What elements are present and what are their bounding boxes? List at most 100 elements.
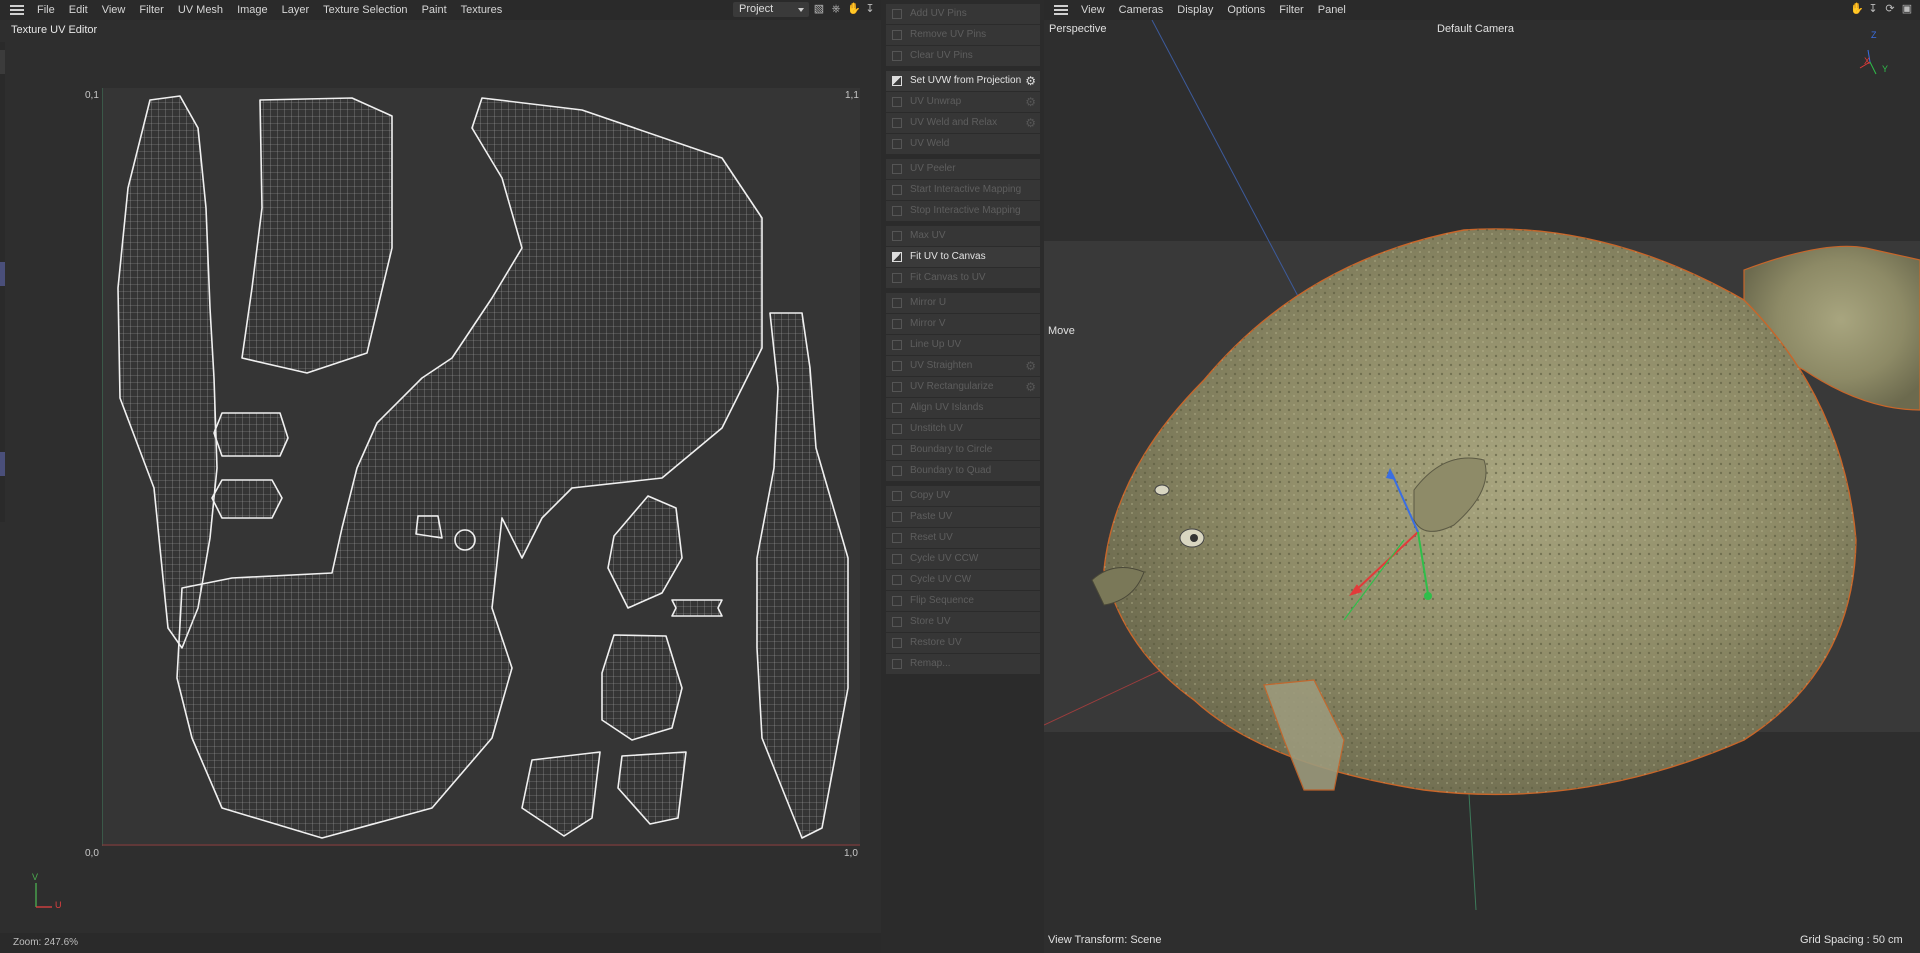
command-label: Cycle UV CW (910, 574, 972, 585)
line-up-uv-icon (892, 340, 902, 350)
bars-icon[interactable]: ▧ (813, 3, 825, 15)
maximize-icon[interactable]: ▣ (1901, 3, 1913, 15)
stop-interactive-mapping-command[interactable]: Stop Interactive Mapping (886, 201, 1040, 222)
menu-filter[interactable]: Filter (132, 4, 170, 16)
viewport-canvas[interactable]: Perspective Default Camera Move View Tra… (1044, 20, 1920, 953)
remove-uv-pins-command[interactable]: Remove UV Pins (886, 25, 1040, 46)
paste-uv-icon (892, 512, 902, 522)
project-dropdown[interactable]: Project (733, 2, 809, 17)
set-uvw-from-projection-command[interactable]: Set UVW from Projection ⚙ (886, 71, 1040, 92)
flip-sequence-icon (892, 596, 902, 606)
uv-unwrap-command[interactable]: UV Unwrap ⚙ (886, 92, 1040, 113)
cycle-uv-ccw-command[interactable]: Cycle UV CCW (886, 549, 1040, 570)
grid-spacing: Grid Spacing : 50 cm (1800, 934, 1903, 946)
command-label: Paste UV (910, 511, 953, 522)
max-uv-command[interactable]: Max UV (886, 226, 1040, 247)
view-transform: View Transform: Scene (1048, 934, 1162, 946)
uv-rectangularize-command[interactable]: UV Rectangularize ⚙ (886, 377, 1040, 398)
uv-peeler-command[interactable]: UV Peeler (886, 159, 1040, 180)
remap-icon (892, 659, 902, 669)
flip-sequence-command[interactable]: Flip Sequence (886, 591, 1040, 612)
gear-icon[interactable]: ⚙ (1025, 356, 1036, 376)
align-uv-islands-command[interactable]: Align UV Islands (886, 398, 1040, 419)
vp-menu-cameras[interactable]: Cameras (1112, 4, 1171, 16)
boundary-to-quad-icon (892, 466, 902, 476)
uv-island-fin-right (756, 312, 849, 839)
uv-weld-and-relax-command[interactable]: UV Weld and Relax ⚙ (886, 113, 1040, 134)
restore-uv-command[interactable]: Restore UV (886, 633, 1040, 654)
restore-uv-icon (892, 638, 902, 648)
uv-island-lip-left (521, 751, 601, 837)
uv-island-small-circle-b (211, 479, 283, 519)
menu-uv-mesh[interactable]: UV Mesh (171, 4, 230, 16)
fit-uv-to-canvas-icon (892, 252, 902, 262)
chevron-down-icon (798, 8, 804, 12)
copy-uv-command[interactable]: Copy UV (886, 486, 1040, 507)
camera-name[interactable]: Default Camera (1437, 23, 1514, 35)
command-label: Remap... (910, 658, 951, 669)
uv-commands-panel: Add UV Pins Remove UV Pins Clear UV Pins Se… (882, 0, 1044, 953)
paste-uv-command[interactable]: Paste UV (886, 507, 1040, 528)
command-label: Set UVW from Projection (910, 75, 1022, 86)
mirror-v-command[interactable]: Mirror V (886, 314, 1040, 335)
start-interactive-mapping-command[interactable]: Start Interactive Mapping (886, 180, 1040, 201)
unstitch-uv-command[interactable]: Unstitch UV (886, 419, 1040, 440)
mirror-u-command[interactable]: Mirror U (886, 293, 1040, 314)
uv-straighten-command[interactable]: UV Straighten ⚙ (886, 356, 1040, 377)
hand-icon[interactable]: ✋ (1850, 3, 1864, 15)
menu-paint[interactable]: Paint (415, 4, 454, 16)
arrow-down-icon[interactable]: ↧ (864, 3, 876, 15)
uv-canvas[interactable] (102, 88, 860, 846)
boundary-to-quad-command[interactable]: Boundary to Quad (886, 461, 1040, 482)
clear-uv-pins-command[interactable]: Clear UV Pins (886, 46, 1040, 67)
menu-layer[interactable]: Layer (275, 4, 317, 16)
gear-icon[interactable]: ⚙ (1025, 113, 1036, 133)
vp-menu-filter[interactable]: Filter (1272, 4, 1310, 16)
cycle-uv-cw-command[interactable]: Cycle UV CW (886, 570, 1040, 591)
menu-edit[interactable]: Edit (62, 4, 95, 16)
gizmo-x-label: X (1864, 56, 1871, 66)
remap-command[interactable]: Remap... (886, 654, 1040, 675)
uv-island-gill (607, 495, 683, 609)
menu-textures[interactable]: Textures (454, 4, 510, 16)
clear-uv-pins-icon (892, 51, 902, 61)
vp-menu-options[interactable]: Options (1220, 4, 1272, 16)
line-up-uv-command[interactable]: Line Up UV (886, 335, 1040, 356)
command-label: UV Weld (910, 138, 950, 149)
command-label: Clear UV Pins (910, 50, 973, 61)
store-uv-command[interactable]: Store UV (886, 612, 1040, 633)
gear-icon[interactable]: ⚙ (1025, 92, 1036, 112)
rotate-icon[interactable]: ⟳ (1884, 3, 1896, 15)
menu-image[interactable]: Image (230, 4, 275, 16)
uv-islands (102, 88, 860, 846)
vp-menu-view[interactable]: View (1074, 4, 1112, 16)
gear-icon[interactable]: ⚙ (1025, 71, 1036, 91)
menu-file[interactable]: File (30, 4, 62, 16)
gear-icon[interactable]: ⚙ (1025, 377, 1036, 397)
fish-eye-b (1154, 484, 1170, 496)
uv-island-jaw (601, 634, 683, 741)
uv-weld-command[interactable]: UV Weld (886, 134, 1040, 155)
hand-icon[interactable]: ✋ (847, 3, 861, 15)
menu-view[interactable]: View (95, 4, 133, 16)
gizmo-y-label: Y (1882, 64, 1889, 74)
fish-model (1044, 20, 1920, 911)
corner-label-top-left: 0,1 (85, 90, 99, 101)
reset-uv-command[interactable]: Reset UV (886, 528, 1040, 549)
lock-icon[interactable]: ⎈ (830, 3, 842, 15)
panel-title: Texture UV Editor (11, 24, 98, 36)
boundary-to-circle-command[interactable]: Boundary to Circle (886, 440, 1040, 461)
hamburger-menu-icon[interactable] (1054, 5, 1068, 15)
fit-uv-to-canvas-command[interactable]: Fit UV to Canvas (886, 247, 1040, 268)
arrow-down-icon[interactable]: ↧ (1867, 3, 1879, 15)
vp-menu-display[interactable]: Display (1170, 4, 1220, 16)
menu-texture-selection[interactable]: Texture Selection (316, 4, 414, 16)
command-group: Copy UV Paste UV Reset UV Cycle UV CCW Cycle… (886, 486, 1040, 675)
hamburger-menu-icon[interactable] (10, 5, 24, 15)
fit-canvas-to-uv-icon (892, 273, 902, 283)
add-uv-pins-command[interactable]: Add UV Pins (886, 4, 1040, 25)
fit-canvas-to-uv-command[interactable]: Fit Canvas to UV (886, 268, 1040, 289)
vp-menu-panel[interactable]: Panel (1311, 4, 1353, 16)
remove-uv-pins-icon (892, 30, 902, 40)
uv-axis-gizmo: V U (30, 872, 70, 915)
